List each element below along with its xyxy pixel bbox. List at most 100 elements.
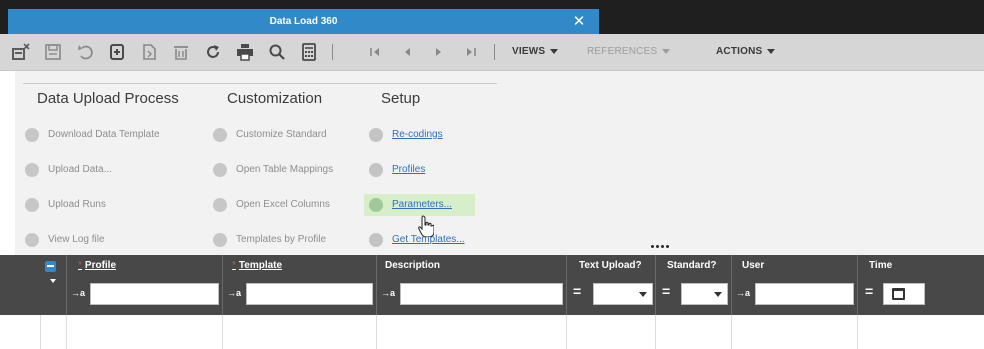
grid-line (222, 315, 223, 349)
filter-operator[interactable]: →a (71, 288, 85, 298)
grid-line (655, 315, 656, 349)
references-label: REFERENCES (587, 46, 658, 57)
column-user: User →a (731, 255, 857, 315)
calculator-icon[interactable] (300, 43, 318, 61)
filter-operator[interactable]: →a (227, 288, 241, 298)
filter-operator[interactable]: = (662, 283, 670, 299)
trash-icon[interactable] (172, 43, 190, 61)
menu-item-open-excel-columns[interactable]: Open Excel Columns (213, 194, 363, 216)
filter-operator[interactable]: →a (381, 288, 395, 298)
filter-input-description[interactable] (400, 283, 563, 305)
grid-line (40, 315, 41, 349)
filter-input-template[interactable] (246, 283, 373, 305)
bullet-icon (25, 163, 39, 177)
copy-record-icon[interactable] (140, 43, 158, 61)
chevron-down-icon (714, 292, 722, 297)
filter-operator[interactable]: = (573, 283, 581, 299)
undo-icon[interactable] (76, 43, 94, 61)
bullet-icon (213, 233, 227, 247)
menu-item-view-log-file[interactable]: View Log file (25, 229, 185, 251)
save-icon[interactable] (44, 43, 62, 61)
menu-item-label: Templates by Profile (236, 234, 327, 245)
column-label: Template (238, 260, 283, 271)
column-header-profile[interactable]: * Profile (78, 260, 116, 271)
references-menu[interactable]: REFERENCES (587, 46, 671, 57)
chevron-down-icon (662, 48, 671, 54)
heading-customization: Customization (227, 90, 323, 107)
chevron-down-icon[interactable] (50, 279, 56, 283)
menu-item-label: Profiles (392, 164, 426, 175)
column-header-template[interactable]: * Template (232, 260, 282, 271)
filter-select-standard[interactable] (681, 283, 728, 305)
panel-divider (23, 83, 497, 84)
menu-item-label: Upload Runs (48, 199, 106, 210)
menu-item-customize-standard[interactable]: Customize Standard (213, 124, 363, 146)
column-header-time[interactable]: Time (869, 260, 892, 271)
toolbar: VIEWS REFERENCES ACTIONS (0, 34, 984, 71)
menu-item-label: Open Excel Columns (236, 199, 330, 210)
column-header-text-upload[interactable]: Text Upload? (579, 260, 642, 271)
title-bar: Data Load 360 ✕ (0, 0, 984, 34)
bullet-icon (369, 233, 383, 247)
bullet-icon (369, 163, 383, 177)
menu-item-templates-by-profile[interactable]: Templates by Profile (213, 229, 363, 251)
last-record-icon[interactable] (462, 43, 480, 61)
column-header-standard[interactable]: Standard? (667, 260, 716, 271)
filter-input-user[interactable] (755, 283, 854, 305)
search-icon[interactable] (268, 43, 286, 61)
resize-handle[interactable] (651, 245, 675, 251)
required-marker: * (78, 260, 82, 271)
chevron-down-icon (767, 48, 776, 54)
menu-item-label: Open Table Mappings (236, 164, 334, 175)
menu-item-upload-data[interactable]: Upload Data... (25, 159, 185, 181)
heading-data-upload-process: Data Upload Process (37, 90, 179, 107)
views-menu[interactable]: VIEWS (512, 46, 559, 57)
column-time: Time = (857, 255, 984, 315)
filter-input-profile[interactable] (90, 283, 219, 305)
grid-line (376, 315, 377, 349)
grid-line (66, 315, 67, 349)
tab-title: Data Load 360 (269, 16, 338, 27)
menu-item-upload-runs[interactable]: Upload Runs (25, 194, 185, 216)
select-all-icon[interactable] (45, 261, 56, 272)
actions-label: ACTIONS (716, 46, 763, 57)
menu-item-label: Re-codings (392, 129, 443, 140)
column-header-user[interactable]: User (742, 260, 764, 271)
menu-item-label: Download Data Template (48, 129, 160, 140)
menu-item-re-codings[interactable]: Re-codings (369, 124, 479, 146)
bullet-icon (213, 128, 227, 142)
filter-operator[interactable]: →a (736, 288, 750, 298)
toolbar-separator (332, 44, 333, 60)
grid-header: * Profile →a * Template →a Description →a … (0, 255, 984, 315)
filter-operator[interactable]: = (865, 283, 873, 299)
filter-date-time[interactable] (883, 283, 925, 305)
close-icon[interactable]: ✕ (569, 9, 589, 34)
bullet-icon (25, 233, 39, 247)
column-profile: * Profile →a (66, 255, 222, 315)
views-label: VIEWS (512, 46, 546, 57)
filter-select-text-upload[interactable] (593, 283, 653, 305)
menu-item-parameters[interactable]: Parameters... (364, 194, 475, 216)
toolbar-separator (494, 44, 495, 60)
calendar-icon[interactable] (892, 288, 905, 300)
menu-item-label: Upload Data... (48, 164, 112, 175)
delete-record-icon[interactable] (12, 43, 30, 61)
new-record-icon[interactable] (108, 43, 126, 61)
first-record-icon[interactable] (366, 43, 384, 61)
menu-item-download-data-template[interactable]: Download Data Template (25, 124, 185, 146)
next-record-icon[interactable] (430, 43, 448, 61)
column-standard: Standard? = (655, 255, 731, 315)
menu-item-open-table-mappings[interactable]: Open Table Mappings (213, 159, 363, 181)
column-header-description[interactable]: Description (385, 260, 440, 271)
grid-line (731, 315, 732, 349)
actions-menu[interactable]: ACTIONS (716, 46, 776, 57)
tab-data-load-360[interactable]: Data Load 360 ✕ (8, 9, 599, 34)
refresh-icon[interactable] (204, 43, 222, 61)
menu-item-profiles[interactable]: Profiles (369, 159, 479, 181)
required-marker: * (232, 260, 236, 271)
bullet-icon (213, 163, 227, 177)
previous-record-icon[interactable] (398, 43, 416, 61)
chevron-down-icon (550, 48, 559, 54)
print-icon[interactable] (236, 43, 254, 61)
heading-setup: Setup (381, 90, 421, 107)
